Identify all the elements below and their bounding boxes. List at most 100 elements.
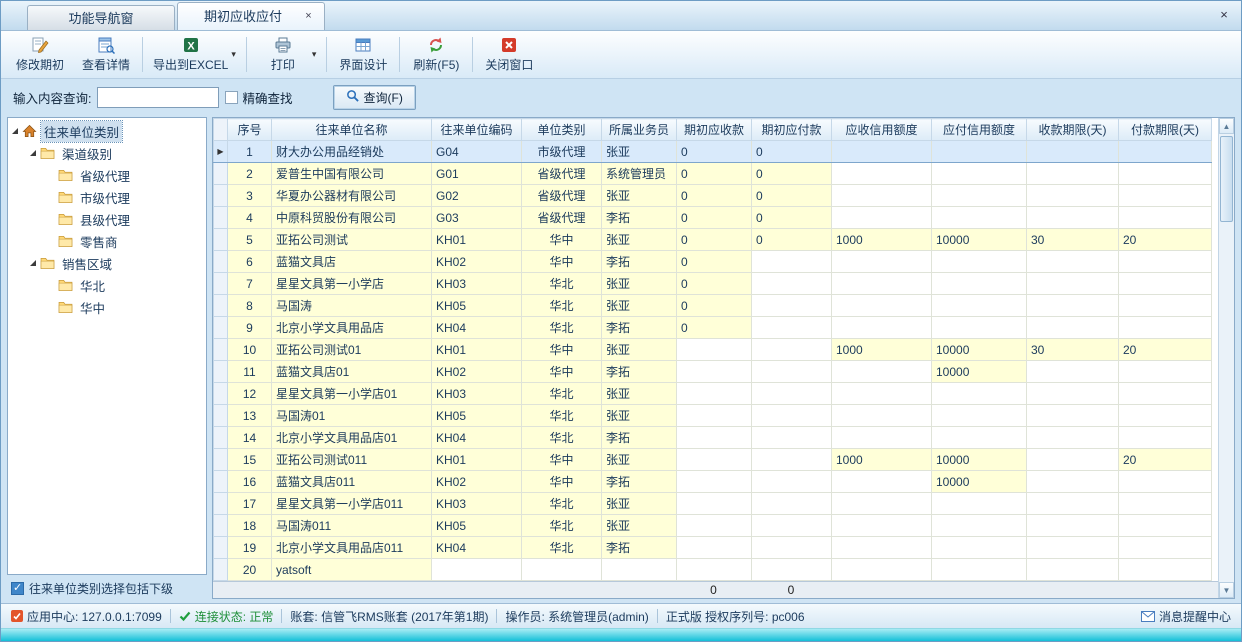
table-row[interactable]: 14北京小学文具用品店01KH04华北李拓: [214, 427, 1212, 449]
cell[interactable]: 张亚: [602, 405, 677, 427]
cell[interactable]: 5: [228, 229, 272, 251]
cell[interactable]: [1119, 141, 1212, 163]
cell[interactable]: [1027, 537, 1119, 559]
cell[interactable]: [752, 383, 832, 405]
cell[interactable]: [752, 339, 832, 361]
ui-design-button[interactable]: 界面设计: [330, 33, 396, 76]
column-header[interactable]: 单位类别: [522, 119, 602, 141]
cell[interactable]: 李拓: [602, 471, 677, 493]
cell[interactable]: [1119, 163, 1212, 185]
cell[interactable]: 蓝猫文具店011: [272, 471, 432, 493]
cell[interactable]: KH01: [432, 339, 522, 361]
query-button[interactable]: 查询(F): [333, 85, 416, 110]
cell[interactable]: [1119, 295, 1212, 317]
table-row[interactable]: 18马国涛011KH05华北张亚: [214, 515, 1212, 537]
cell[interactable]: 华中: [522, 361, 602, 383]
cell[interactable]: [832, 427, 932, 449]
cell[interactable]: 0: [677, 251, 752, 273]
cell[interactable]: 李拓: [602, 361, 677, 383]
cell[interactable]: [832, 537, 932, 559]
cell[interactable]: 北京小学文具用品店: [272, 317, 432, 339]
cell[interactable]: [1119, 559, 1212, 581]
cell[interactable]: 张亚: [602, 141, 677, 163]
cell[interactable]: [932, 537, 1027, 559]
cell[interactable]: [932, 383, 1027, 405]
cell[interactable]: [1027, 185, 1119, 207]
cell[interactable]: 省级代理: [522, 163, 602, 185]
column-header[interactable]: 期初应收款: [677, 119, 752, 141]
cell[interactable]: 0: [752, 229, 832, 251]
cell[interactable]: [752, 405, 832, 427]
cell[interactable]: 20: [1119, 339, 1212, 361]
cell[interactable]: yatsoft: [272, 559, 432, 581]
cell[interactable]: 马国涛01: [272, 405, 432, 427]
tab-close-icon[interactable]: ×: [301, 9, 316, 24]
cell[interactable]: KH03: [432, 273, 522, 295]
cell[interactable]: [832, 471, 932, 493]
cell[interactable]: 省级代理: [522, 207, 602, 229]
cell[interactable]: 马国涛011: [272, 515, 432, 537]
cell[interactable]: [677, 405, 752, 427]
cell[interactable]: 亚拓公司测试: [272, 229, 432, 251]
cell[interactable]: 张亚: [602, 185, 677, 207]
cell[interactable]: [932, 273, 1027, 295]
cell[interactable]: [832, 207, 932, 229]
cell[interactable]: [677, 559, 752, 581]
cell[interactable]: 0: [677, 273, 752, 295]
cell[interactable]: [752, 427, 832, 449]
cell[interactable]: [832, 185, 932, 207]
cell[interactable]: [832, 295, 932, 317]
cell[interactable]: 中原科贸股份有限公司: [272, 207, 432, 229]
cell[interactable]: [1027, 427, 1119, 449]
cell[interactable]: 10000: [932, 229, 1027, 251]
export-excel-button[interactable]: X 导出到EXCEL ▾: [146, 33, 243, 76]
cell[interactable]: [677, 339, 752, 361]
cell[interactable]: 4: [228, 207, 272, 229]
cell[interactable]: [932, 515, 1027, 537]
cell[interactable]: 0: [752, 185, 832, 207]
cell[interactable]: [932, 493, 1027, 515]
cell[interactable]: [752, 471, 832, 493]
cell[interactable]: KH04: [432, 427, 522, 449]
cell[interactable]: [932, 295, 1027, 317]
cell[interactable]: 华北: [522, 405, 602, 427]
cell[interactable]: [1027, 163, 1119, 185]
cell[interactable]: 8: [228, 295, 272, 317]
cell[interactable]: [1027, 141, 1119, 163]
tree-node[interactable]: 县级代理: [8, 208, 206, 230]
cell[interactable]: [832, 141, 932, 163]
column-header[interactable]: 付款期限(天): [1119, 119, 1212, 141]
cell[interactable]: G04: [432, 141, 522, 163]
table-row[interactable]: 7星星文具第一小学店KH03华北张亚0: [214, 273, 1212, 295]
cell[interactable]: KH02: [432, 361, 522, 383]
column-header[interactable]: 往来单位编码: [432, 119, 522, 141]
tree-node[interactable]: 往来单位类别: [8, 120, 206, 142]
cell[interactable]: KH03: [432, 383, 522, 405]
table-row[interactable]: 9北京小学文具用品店KH04华北李拓0: [214, 317, 1212, 339]
cell[interactable]: [1027, 493, 1119, 515]
vertical-scrollbar[interactable]: ▲ ▼: [1218, 118, 1234, 598]
cell[interactable]: [677, 515, 752, 537]
cell[interactable]: 1000: [832, 229, 932, 251]
cell[interactable]: [1027, 361, 1119, 383]
cell[interactable]: 李拓: [602, 317, 677, 339]
expand-triangle-icon[interactable]: [12, 128, 18, 134]
cell[interactable]: 李拓: [602, 251, 677, 273]
cell[interactable]: 张亚: [602, 515, 677, 537]
cell[interactable]: [932, 251, 1027, 273]
cell[interactable]: KH04: [432, 537, 522, 559]
cell[interactable]: 12: [228, 383, 272, 405]
cell[interactable]: [677, 427, 752, 449]
table-row[interactable]: 6蓝猫文具店KH02华中李拓0: [214, 251, 1212, 273]
scroll-down-icon[interactable]: ▼: [1219, 582, 1234, 598]
cell[interactable]: [752, 559, 832, 581]
cell[interactable]: [677, 537, 752, 559]
refresh-button[interactable]: 刷新(F5): [403, 33, 469, 76]
cell[interactable]: [1119, 317, 1212, 339]
cell[interactable]: [752, 317, 832, 339]
table-row[interactable]: 17星星文具第一小学店011KH03华北张亚: [214, 493, 1212, 515]
cell[interactable]: 张亚: [602, 273, 677, 295]
cell[interactable]: 李拓: [602, 427, 677, 449]
cell[interactable]: [832, 559, 932, 581]
cell[interactable]: 华北: [522, 515, 602, 537]
